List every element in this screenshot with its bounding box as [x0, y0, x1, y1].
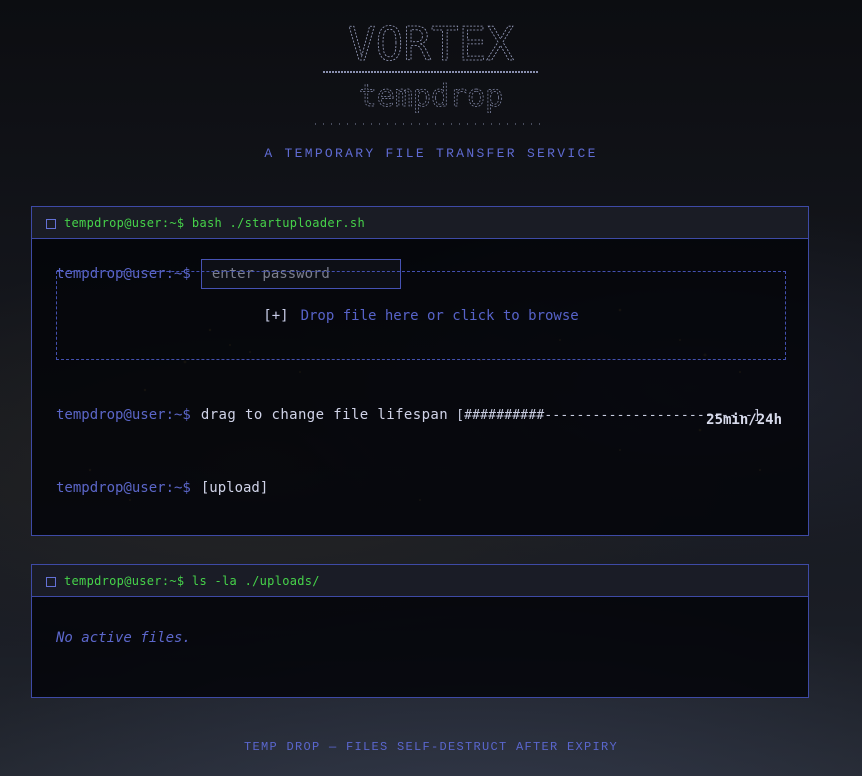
uploader-header-command: tempdrop@user:~$ bash ./startuploader.sh — [64, 215, 365, 230]
upload-button[interactable]: [upload] — [201, 480, 268, 496]
dropzone-label: Drop file here or click to browse — [300, 307, 579, 324]
shell-prompt: tempdrop@user:~$ — [56, 407, 191, 423]
vortex-logo: VORTEX tempdrop — [0, 22, 862, 132]
upload-row: tempdrop@user:~$ [upload] — [56, 480, 268, 496]
tagline: A TEMPORARY FILE TRANSFER SERVICE — [264, 146, 598, 161]
empty-files-message: No active files. — [56, 630, 191, 646]
shell-prompt: tempdrop@user:~$ — [56, 480, 191, 496]
lifespan-label: drag to change file lifespan — [200, 407, 449, 423]
lifespan-row: tempdrop@user:~$ drag to change file lif… — [56, 407, 761, 423]
vortex-ascii-logo: VORTEX tempdrop — [315, 22, 547, 125]
uploader-panel-header: tempdrop@user:~$ bash ./startuploader.sh — [32, 207, 808, 239]
file-dropzone[interactable]: [+] Drop file here or click to browse — [56, 271, 786, 360]
square-icon — [46, 576, 56, 587]
square-icon — [46, 218, 56, 229]
lifespan-value: 25min/24h — [706, 412, 782, 428]
uploads-panel: tempdrop@user:~$ ls -la ./uploads/ No ac… — [31, 564, 809, 698]
add-file-icon: [+] — [263, 307, 289, 324]
uploads-header-command: tempdrop@user:~$ ls -la ./uploads/ — [64, 573, 320, 588]
uploads-panel-header: tempdrop@user:~$ ls -la ./uploads/ — [32, 565, 808, 597]
logo-sub: tempdrop — [359, 79, 504, 114]
uploader-panel: tempdrop@user:~$ bash ./startuploader.sh… — [31, 206, 809, 536]
footer-text: TEMP DROP — FILES SELF-DESTRUCT AFTER EX… — [243, 740, 619, 754]
logo-word: VORTEX — [348, 22, 514, 71]
